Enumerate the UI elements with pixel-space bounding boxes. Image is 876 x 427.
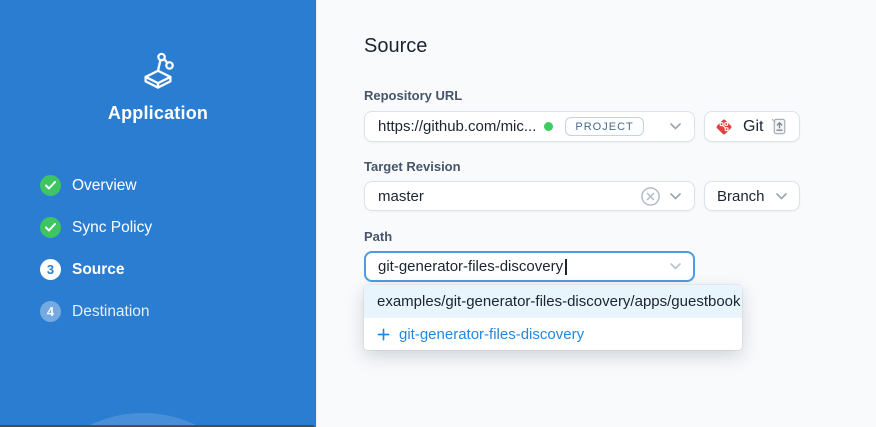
revision-type-value: Branch: [717, 188, 765, 205]
check-icon: [40, 175, 61, 196]
source-step-panel: Source Repository URL https://github.com…: [316, 0, 876, 427]
repository-url-select[interactable]: https://github.com/mic... PROJECT: [364, 111, 695, 142]
step-label: Destination: [72, 303, 150, 321]
path-label: Path: [364, 229, 392, 244]
suggestion-label: examples/git-generator-files-discovery/a…: [377, 293, 741, 310]
repository-type-button[interactable]: Git: [704, 111, 800, 142]
plus-icon: [377, 328, 390, 341]
wizard-title: Application: [0, 103, 316, 124]
wizard-steps: Overview Sync Policy 3 Source 4 Destinat…: [40, 175, 152, 322]
chevron-down-icon: [670, 193, 681, 200]
step-overview[interactable]: Overview: [40, 175, 152, 196]
application-wizard: Application Overview Sync Policy 3 Sourc…: [0, 0, 876, 427]
revision-type-select[interactable]: Branch: [704, 181, 800, 211]
step-number-badge: 4: [40, 301, 61, 322]
clear-icon[interactable]: [641, 187, 660, 206]
path-suggestions-dropdown: examples/git-generator-files-discovery/a…: [364, 285, 742, 350]
path-value: git-generator-files-discovery: [378, 258, 563, 275]
target-revision-label: Target Revision: [364, 159, 461, 174]
chevron-down-icon: [670, 263, 681, 270]
target-revision-input[interactable]: master: [364, 181, 695, 211]
step-destination[interactable]: 4 Destination: [40, 301, 152, 322]
git-icon: [715, 118, 733, 136]
target-revision-value: master: [378, 188, 424, 205]
path-create-option[interactable]: git-generator-files-discovery: [364, 318, 742, 350]
step-label: Source: [72, 261, 125, 279]
path-input[interactable]: git-generator-files-discovery: [364, 251, 695, 282]
repo-connected-dot-icon: [544, 122, 553, 131]
text-caret: [565, 259, 567, 275]
application-logo-icon: [0, 46, 316, 92]
step-label: Overview: [72, 177, 137, 195]
repository-url-value: https://github.com/mic...: [378, 118, 536, 135]
suggestion-label: git-generator-files-discovery: [399, 326, 584, 343]
step-label: Sync Policy: [72, 219, 152, 237]
chevron-down-icon: [670, 123, 681, 130]
repository-type-label: Git: [743, 118, 763, 136]
step-sync-policy[interactable]: Sync Policy: [40, 217, 152, 238]
chevron-down-icon: [776, 193, 787, 200]
path-suggestion-option[interactable]: examples/git-generator-files-discovery/a…: [364, 285, 742, 318]
check-icon: [40, 217, 61, 238]
project-scope-badge: PROJECT: [565, 117, 643, 136]
autofill-icon[interactable]: [770, 116, 789, 137]
page-title: Source: [364, 35, 427, 58]
step-number-badge: 3: [40, 259, 61, 280]
repository-url-label: Repository URL: [364, 88, 462, 103]
step-source[interactable]: 3 Source: [40, 259, 152, 280]
wizard-sidebar: Application Overview Sync Policy 3 Sourc…: [0, 0, 316, 427]
